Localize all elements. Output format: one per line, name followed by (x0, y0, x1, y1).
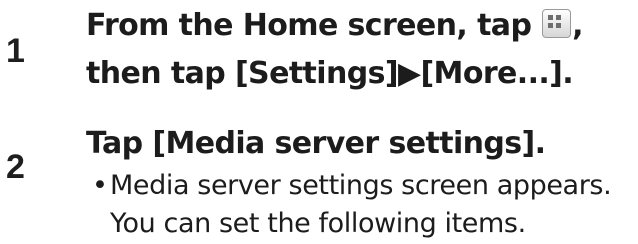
step-text: From the Home screen, tap (86, 8, 542, 43)
bullet-icon: • (92, 170, 108, 201)
step-instruction-line: Tap [Media server settings]. (86, 126, 546, 161)
bullet-text-line: Media server settings screen appears. (110, 170, 612, 201)
step-instruction-line: then tap [Settings]▶[More...]. (86, 56, 574, 91)
step-text: , (572, 8, 583, 43)
apps-grid-icon (542, 9, 572, 38)
bullet-text-line: You can set the following items. (110, 208, 526, 239)
step-instruction-line: From the Home screen, tap , (86, 4, 584, 48)
step-number: 2 (6, 148, 25, 186)
step-number: 1 (6, 32, 25, 70)
